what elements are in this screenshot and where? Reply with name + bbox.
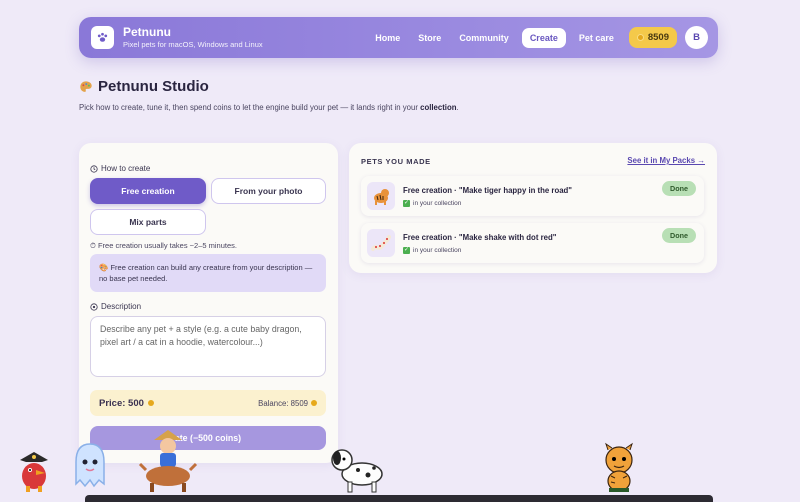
top-navbar: Petnunu Pixel pets for macOS, Windows an… xyxy=(79,17,718,58)
my-packs-link[interactable]: See it in My Packs → xyxy=(627,156,705,165)
nav-create[interactable]: Create xyxy=(521,27,566,48)
brand-name: Petnunu xyxy=(123,25,171,39)
how-label-text: How to create xyxy=(101,164,151,173)
pet-name: Free creation · "Make shake with dot red… xyxy=(403,232,557,242)
price-value: 500 xyxy=(128,397,144,409)
collection-link[interactable]: collection xyxy=(420,103,456,112)
tiger-thumbnail xyxy=(367,182,395,210)
balance-text: Balance: 8509 xyxy=(258,398,308,408)
main-nav: Home Store Community Create Pet care 850… xyxy=(366,26,708,49)
subtitle-text: Pick how to create, tune it, then spend … xyxy=(79,103,421,112)
pin-icon xyxy=(90,302,98,311)
paw-logo-icon[interactable] xyxy=(91,26,114,49)
coin-icon xyxy=(636,34,644,41)
check-icon: ✓ xyxy=(403,199,410,207)
done-badge: Done xyxy=(662,181,696,196)
time-hint: ⏱ Free creation usually takes ~2–5 minut… xyxy=(90,241,237,251)
how-to-create-label: How to create xyxy=(90,164,150,173)
balance-coin-icon xyxy=(311,400,317,406)
nav-store[interactable]: Store xyxy=(409,28,450,48)
palette-icon xyxy=(80,80,92,92)
palette-small-icon: 🎨 xyxy=(99,263,109,272)
description-label-text: Description xyxy=(101,302,142,311)
done-badge: Done xyxy=(662,228,696,243)
pet-status-text: in your collection xyxy=(413,246,462,254)
user-avatar[interactable]: B xyxy=(685,26,708,49)
check-icon: ✓ xyxy=(403,246,410,254)
info-text: Free creation can build any creature fro… xyxy=(99,263,313,283)
page-subtitle: Pick how to create, tune it, then spend … xyxy=(79,103,459,112)
mode-mix-parts[interactable]: Mix parts xyxy=(90,209,206,235)
pet-status: ✓ in your collection xyxy=(403,199,572,207)
page-title: Petnunu Studio xyxy=(79,78,209,95)
pet-status: ✓ in your collection xyxy=(403,246,556,254)
nav-home[interactable]: Home xyxy=(366,28,409,48)
dock-edge xyxy=(85,495,713,502)
timer-icon: ⏱ xyxy=(90,241,96,250)
pets-made-title: PETS YOU MADE xyxy=(361,157,431,166)
dalmatian-dog-sprite[interactable] xyxy=(328,444,390,494)
ghost-sprite[interactable] xyxy=(72,440,108,492)
brand: Petnunu Pixel pets for macOS, Windows an… xyxy=(123,25,263,50)
pet-item[interactable]: Free creation · "Make tiger happy in the… xyxy=(361,176,704,216)
brand-tagline: Pixel pets for macOS, Windows and Linux xyxy=(123,40,263,49)
time-hint-text: Free creation usually takes ~2–5 minutes… xyxy=(97,241,237,250)
subtitle-end: . xyxy=(456,103,459,112)
coin-count: 8509 xyxy=(647,32,669,43)
page-title-text: Petnunu Studio xyxy=(98,78,209,95)
create-button[interactable]: ate (−500 coins) xyxy=(90,426,326,450)
create-panel: How to create Free creation From your ph… xyxy=(79,143,338,463)
tiger-sprite[interactable] xyxy=(594,442,644,494)
pet-name: Free creation · "Make tiger happy in the… xyxy=(403,185,572,195)
snake-thumbnail xyxy=(367,229,395,257)
balance: Balance: 8509 xyxy=(258,399,317,408)
nav-pet-care[interactable]: Pet care xyxy=(570,28,623,48)
mode-free-creation[interactable]: Free creation xyxy=(90,178,206,204)
price-label: Price: xyxy=(99,397,126,409)
pets-made-panel: PETS YOU MADE See it in My Packs → Free … xyxy=(349,143,717,273)
mode-info-box: 🎨 Free creation can build any creature f… xyxy=(90,254,326,292)
mode-from-photo[interactable]: From your photo xyxy=(211,178,326,204)
nav-community[interactable]: Community xyxy=(450,28,518,48)
price: Price: 500 xyxy=(99,398,144,409)
clock-icon xyxy=(90,164,98,173)
price-coin-icon xyxy=(147,400,154,406)
pet-item[interactable]: Free creation · "Make shake with dot red… xyxy=(361,223,704,263)
price-bar: Price: 500 Balance: 8509 xyxy=(90,390,326,416)
description-input[interactable] xyxy=(90,316,326,377)
pirate-parrot-sprite[interactable] xyxy=(12,446,56,494)
coin-balance[interactable]: 8509 xyxy=(628,27,677,48)
description-label: Description xyxy=(90,302,141,311)
pet-status-text: in your collection xyxy=(413,199,462,207)
boy-on-cow-sprite[interactable] xyxy=(136,428,200,494)
